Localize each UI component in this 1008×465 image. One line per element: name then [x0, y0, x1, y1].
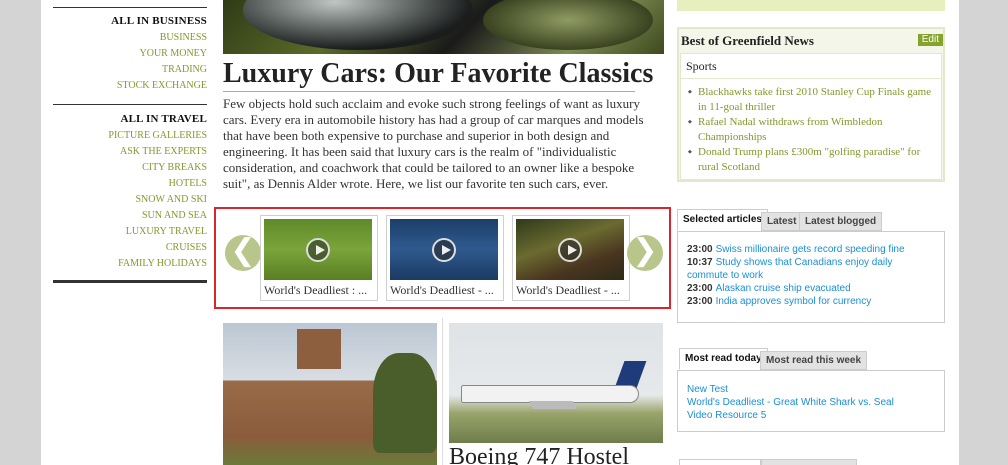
carousel-prev-button[interactable]: ❮	[225, 235, 261, 271]
carousel-next-button[interactable]: ❯	[627, 235, 663, 271]
nav-link-snow-and-ski[interactable]: SNOW AND SKI	[53, 192, 208, 208]
tab-latest-blogged[interactable]: Latest blogged	[799, 212, 883, 231]
tab-selected-articles[interactable]: Selected articles	[677, 209, 768, 231]
most-read-item: World's Deadliest - Great White Shark vs…	[687, 396, 936, 409]
article-intro: Few objects hold such acclaim and evoke …	[223, 96, 644, 191]
video-caption[interactable]: World's Deadliest : ...	[264, 283, 374, 298]
video-item[interactable]: World's Deadliest - ...	[386, 215, 504, 301]
hero-background-shape	[483, 0, 653, 50]
right-top-bar	[677, 0, 945, 11]
column-divider	[442, 318, 443, 465]
nav-heading-business: ALL IN BUSINESS	[111, 15, 207, 27]
best-of-news-content: Sports Blackhawks take first 2010 Stanle…	[680, 53, 942, 180]
news-link[interactable]: Donald Trump plans £300m "golfing paradi…	[688, 145, 935, 175]
tab-most-read-this-week[interactable]: Most read this week	[760, 351, 868, 370]
most-read-link[interactable]: World's Deadliest - Great White Shark vs…	[687, 397, 894, 408]
nav-link-luxury-travel[interactable]: LUXURY TRAVEL	[53, 224, 207, 240]
article-link[interactable]: India approves symbol for currency	[716, 296, 872, 307]
nav-link-hotels[interactable]: HOTELS	[53, 176, 207, 192]
hotel-tower-shape	[297, 329, 341, 369]
nav-section-business: ALL IN BUSINESS BUSINESS YOUR MONEY TRAD…	[53, 7, 207, 94]
tree-shape	[373, 353, 437, 453]
video-thumbnail[interactable]	[516, 219, 624, 280]
tab-most-read-today[interactable]: Most read today	[679, 348, 768, 370]
article-row: 10:37 Study shows that Canadians enjoy da…	[687, 256, 936, 282]
most-read-tab-panel: New Test World's Deadliest - Great White…	[677, 370, 945, 432]
bottom-tab[interactable]	[679, 459, 761, 465]
play-icon[interactable]	[306, 238, 330, 262]
left-nav: ALL IN BUSINESS BUSINESS YOUR MONEY TRAD…	[53, 7, 207, 283]
article-time: 23:00	[687, 283, 713, 294]
nav-link-stock-exchange[interactable]: STOCK EXCHANGE	[53, 78, 207, 94]
nav-link-your-money[interactable]: YOUR MONEY	[53, 46, 208, 62]
news-link[interactable]: Rafael Nadal withdraws from Wimbledon Ch…	[688, 115, 935, 145]
best-of-news-list: Blackhawks take first 2010 Stanley Cup F…	[681, 79, 941, 175]
nav-link-trading[interactable]: TRADING	[53, 62, 207, 78]
bottom-tab[interactable]	[761, 459, 857, 465]
play-icon[interactable]	[558, 238, 582, 262]
nav-link-city-breaks[interactable]: CITY BREAKS	[53, 160, 207, 176]
play-icon[interactable]	[432, 238, 456, 262]
video-item[interactable]: World's Deadliest - ...	[512, 215, 630, 301]
video-carousel: ❮ World's Deadliest : ... World's Deadli…	[214, 207, 671, 309]
airplane-photo[interactable]	[449, 323, 663, 443]
article-link[interactable]: Swiss millionaire gets record speeding f…	[716, 244, 905, 255]
video-caption[interactable]: World's Deadliest - ...	[390, 283, 500, 298]
nav-link-business[interactable]: BUSINESS	[53, 30, 207, 46]
hotel-photo[interactable]	[223, 323, 437, 465]
plane-wing-shape	[528, 401, 578, 409]
nav-section-travel: ALL IN TRAVEL PICTURE GALLERIES ASK THE …	[53, 104, 207, 272]
tab-latest[interactable]: Latest	[761, 212, 803, 231]
nav-heading-travel: ALL IN TRAVEL	[120, 113, 207, 125]
article-time: 10:37	[687, 257, 713, 268]
chevron-right-icon: ❯	[632, 233, 658, 268]
nav-link-sun-and-sea[interactable]: SUN AND SEA	[53, 208, 207, 224]
nav-divider	[53, 280, 207, 283]
article-link[interactable]: Alaskan cruise ship evacuated	[716, 283, 851, 294]
video-item[interactable]: World's Deadliest : ...	[260, 215, 378, 301]
most-read-link[interactable]: New Test	[687, 384, 728, 395]
page: ALL IN BUSINESS BUSINESS YOUR MONEY TRAD…	[41, 0, 959, 465]
nav-link-family-holidays[interactable]: FAMILY HOLIDAYS	[53, 256, 207, 272]
nav-link-cruises[interactable]: CRUISES	[53, 240, 207, 256]
most-read-item: Video Resource 5	[687, 409, 936, 422]
edit-button[interactable]: Edit	[917, 34, 943, 46]
hero-car-shape	[243, 0, 473, 50]
video-thumbnail[interactable]	[390, 219, 498, 280]
nav-link-ask-the-experts[interactable]: ASK THE EXPERTS	[53, 144, 207, 160]
best-of-news-heading: Best of Greenfield News	[681, 33, 814, 48]
bottom-tabs-partial	[677, 459, 857, 465]
article-link[interactable]: Study shows that Canadians enjoy daily c…	[687, 257, 892, 281]
article-row: 23:00 India approves symbol for currency	[687, 295, 936, 308]
article-time: 23:00	[687, 296, 713, 307]
article-row: 23:00 Alaskan cruise ship evacuated	[687, 282, 936, 295]
most-read-link[interactable]: Video Resource 5	[687, 410, 766, 421]
chevron-left-icon: ❮	[230, 233, 256, 268]
hero-image[interactable]	[223, 0, 664, 54]
article-row: 23:00 Swiss millionaire gets record speed…	[687, 243, 936, 256]
article-title[interactable]: Luxury Cars: Our Favorite Classics	[223, 57, 653, 92]
video-caption[interactable]: World's Deadliest - ...	[516, 283, 626, 298]
most-read-item: New Test	[687, 383, 936, 396]
section-label-sports: Sports	[681, 54, 941, 79]
nav-link-picture-galleries[interactable]: PICTURE GALLERIES	[53, 128, 207, 144]
second-article-title[interactable]: Boeing 747 Hostel	[449, 443, 629, 465]
news-link[interactable]: Blackhawks take first 2010 Stanley Cup F…	[688, 85, 935, 115]
article-time: 23:00	[687, 244, 713, 255]
articles-tab-panel: 23:00 Swiss millionaire gets record speed…	[677, 231, 945, 323]
best-of-news-box: Best of Greenfield News Edit Sports Blac…	[677, 27, 945, 182]
video-thumbnail[interactable]	[264, 219, 372, 280]
